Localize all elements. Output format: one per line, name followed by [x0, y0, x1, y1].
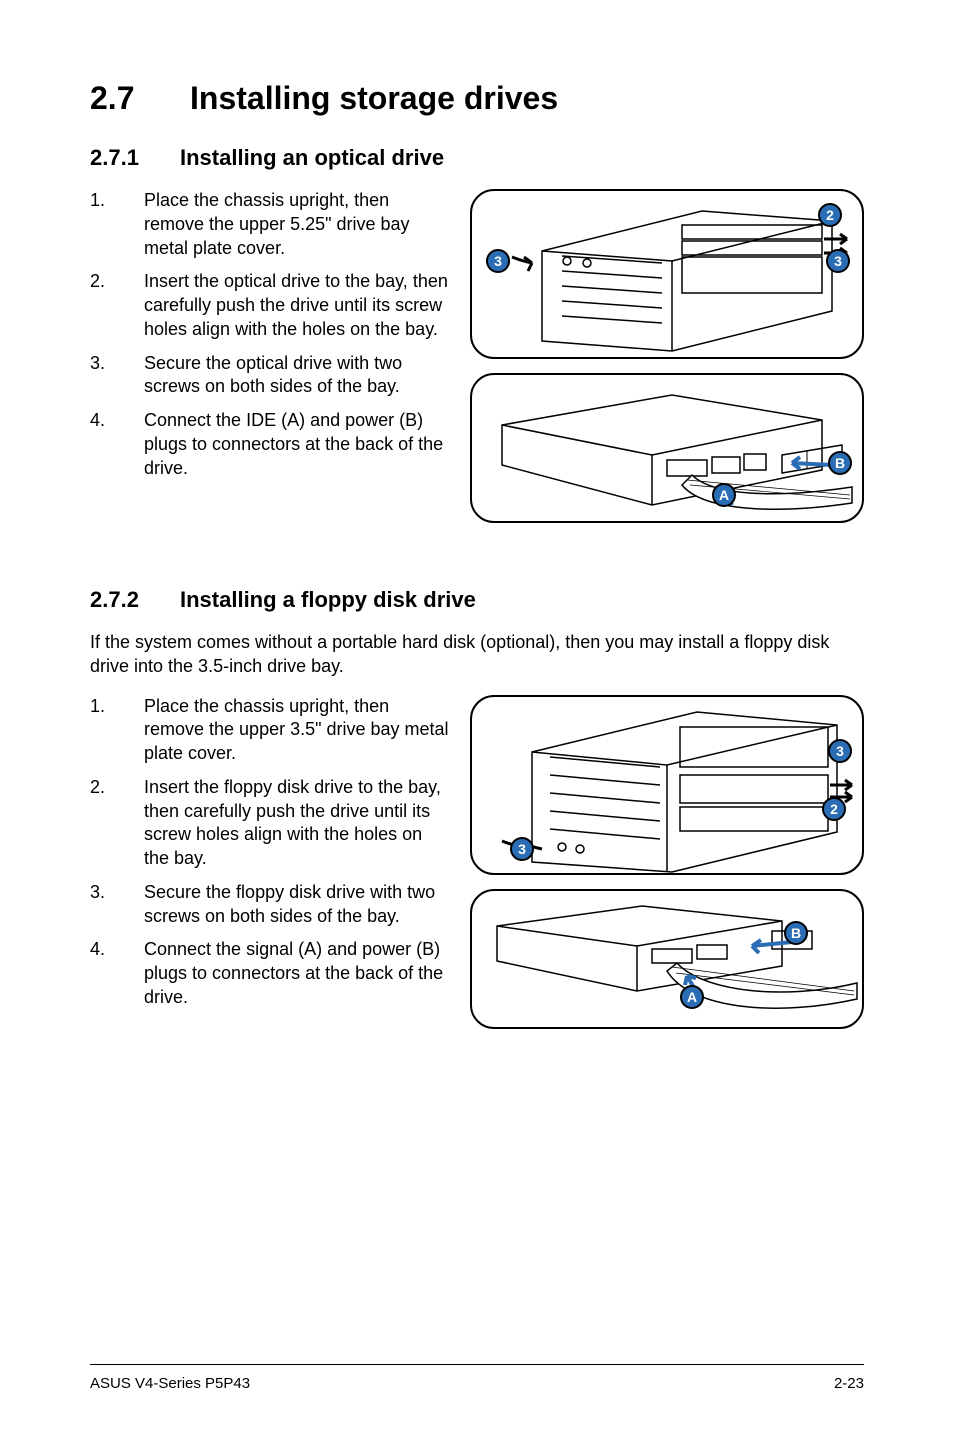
section-heading-text: Installing storage drives — [190, 80, 558, 116]
figure-floppy-cables: A B — [470, 889, 864, 1029]
callout-a: A — [712, 483, 736, 507]
step-number: 2. — [90, 776, 144, 871]
list-item: 2.Insert the optical drive to the bay, t… — [90, 270, 452, 341]
list-item: 3.Secure the optical drive with two scre… — [90, 352, 452, 400]
subsection-2-7-2-title: 2.7.2Installing a floppy disk drive — [90, 587, 864, 613]
steps-list-floppy: 1.Place the chassis upright, then remove… — [90, 695, 452, 1010]
step-text: Insert the floppy disk drive to the bay,… — [144, 776, 452, 871]
step-number: 3. — [90, 881, 144, 929]
step-text: Place the chassis upright, then remove t… — [144, 695, 452, 766]
list-item: 1.Place the chassis upright, then remove… — [90, 189, 452, 260]
step-text: Secure the floppy disk drive with two sc… — [144, 881, 452, 929]
figure-optical-install: 2 3 3 — [470, 189, 864, 359]
callout-3-right: 3 — [828, 739, 852, 763]
step-number: 1. — [90, 695, 144, 766]
list-item: 4.Connect the IDE (A) and power (B) plug… — [90, 409, 452, 480]
step-text: Insert the optical drive to the bay, the… — [144, 270, 452, 341]
page-footer: ASUS V4-Series P5P43 2-23 — [90, 1364, 864, 1392]
callout-2: 2 — [818, 203, 842, 227]
footer-right: 2-23 — [834, 1375, 864, 1392]
footer-left: ASUS V4-Series P5P43 — [90, 1375, 250, 1392]
step-text: Connect the signal (A) and power (B) plu… — [144, 938, 452, 1009]
list-item: 3.Secure the floppy disk drive with two … — [90, 881, 452, 929]
step-text: Connect the IDE (A) and power (B) plugs … — [144, 409, 452, 480]
callout-2: 2 — [822, 797, 846, 821]
callout-3-left: 3 — [486, 249, 510, 273]
steps-list-optical: 1.Place the chassis upright, then remove… — [90, 189, 452, 480]
list-item: 2.Insert the floppy disk drive to the ba… — [90, 776, 452, 871]
step-number: 2. — [90, 270, 144, 341]
callout-3-left: 3 — [510, 837, 534, 861]
callout-a: A — [680, 985, 704, 1009]
section-number: 2.7 — [90, 80, 190, 117]
subsection-heading-text: Installing an optical drive — [180, 145, 444, 170]
callout-3-right: 3 — [826, 249, 850, 273]
subsection-2-7-1-title: 2.7.1Installing an optical drive — [90, 145, 864, 171]
list-item: 4.Connect the signal (A) and power (B) p… — [90, 938, 452, 1009]
step-number: 4. — [90, 409, 144, 480]
step-text: Place the chassis upright, then remove t… — [144, 189, 452, 260]
figure-optical-cables: A B — [470, 373, 864, 523]
step-number: 3. — [90, 352, 144, 400]
callout-b: B — [828, 451, 852, 475]
step-number: 1. — [90, 189, 144, 260]
subsection-number: 2.7.1 — [90, 145, 180, 171]
list-item: 1.Place the chassis upright, then remove… — [90, 695, 452, 766]
step-text: Secure the optical drive with two screws… — [144, 352, 452, 400]
step-number: 4. — [90, 938, 144, 1009]
intro-paragraph: If the system comes without a portable h… — [90, 631, 864, 679]
callout-b: B — [784, 921, 808, 945]
subsection-heading-text: Installing a floppy disk drive — [180, 587, 476, 612]
figure-floppy-install: 3 2 3 — [470, 695, 864, 875]
subsection-number: 2.7.2 — [90, 587, 180, 613]
section-title: 2.7Installing storage drives — [90, 80, 864, 117]
